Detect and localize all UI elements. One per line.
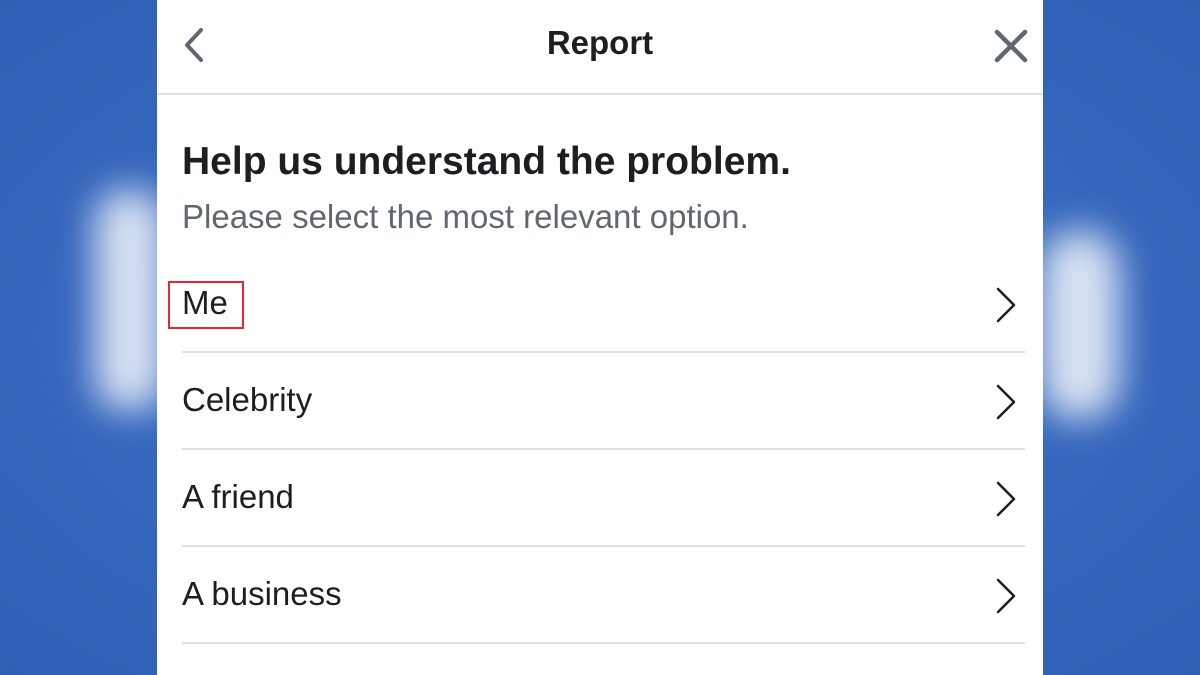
highlight-box	[168, 281, 244, 329]
background-blob-left	[95, 190, 165, 410]
option-label: A friend	[182, 478, 294, 515]
option-label: Celebrity	[182, 381, 313, 418]
dialog-header: Report	[157, 0, 1043, 95]
page-heading: Help us understand the problem.	[182, 140, 791, 183]
page-subheading: Please select the most relevant option.	[182, 198, 749, 235]
close-icon[interactable]	[993, 28, 1029, 64]
chevron-right-icon	[996, 287, 1016, 323]
background-blob-right	[1040, 230, 1120, 420]
dialog-title: Report	[546, 24, 654, 61]
option-a-friend[interactable]: A friend	[182, 450, 1025, 547]
report-dialog: Report Help us understand the problem. P…	[157, 0, 1043, 675]
option-label: A business	[182, 575, 342, 612]
option-a-business[interactable]: A business	[182, 547, 1025, 644]
option-celebrity[interactable]: Celebrity	[182, 353, 1025, 450]
chevron-right-icon	[996, 481, 1016, 517]
chevron-right-icon	[996, 384, 1016, 420]
option-list: Me Celebrity A friend A business	[182, 256, 1025, 644]
option-me[interactable]: Me	[182, 256, 1025, 353]
chevron-right-icon	[996, 578, 1016, 614]
